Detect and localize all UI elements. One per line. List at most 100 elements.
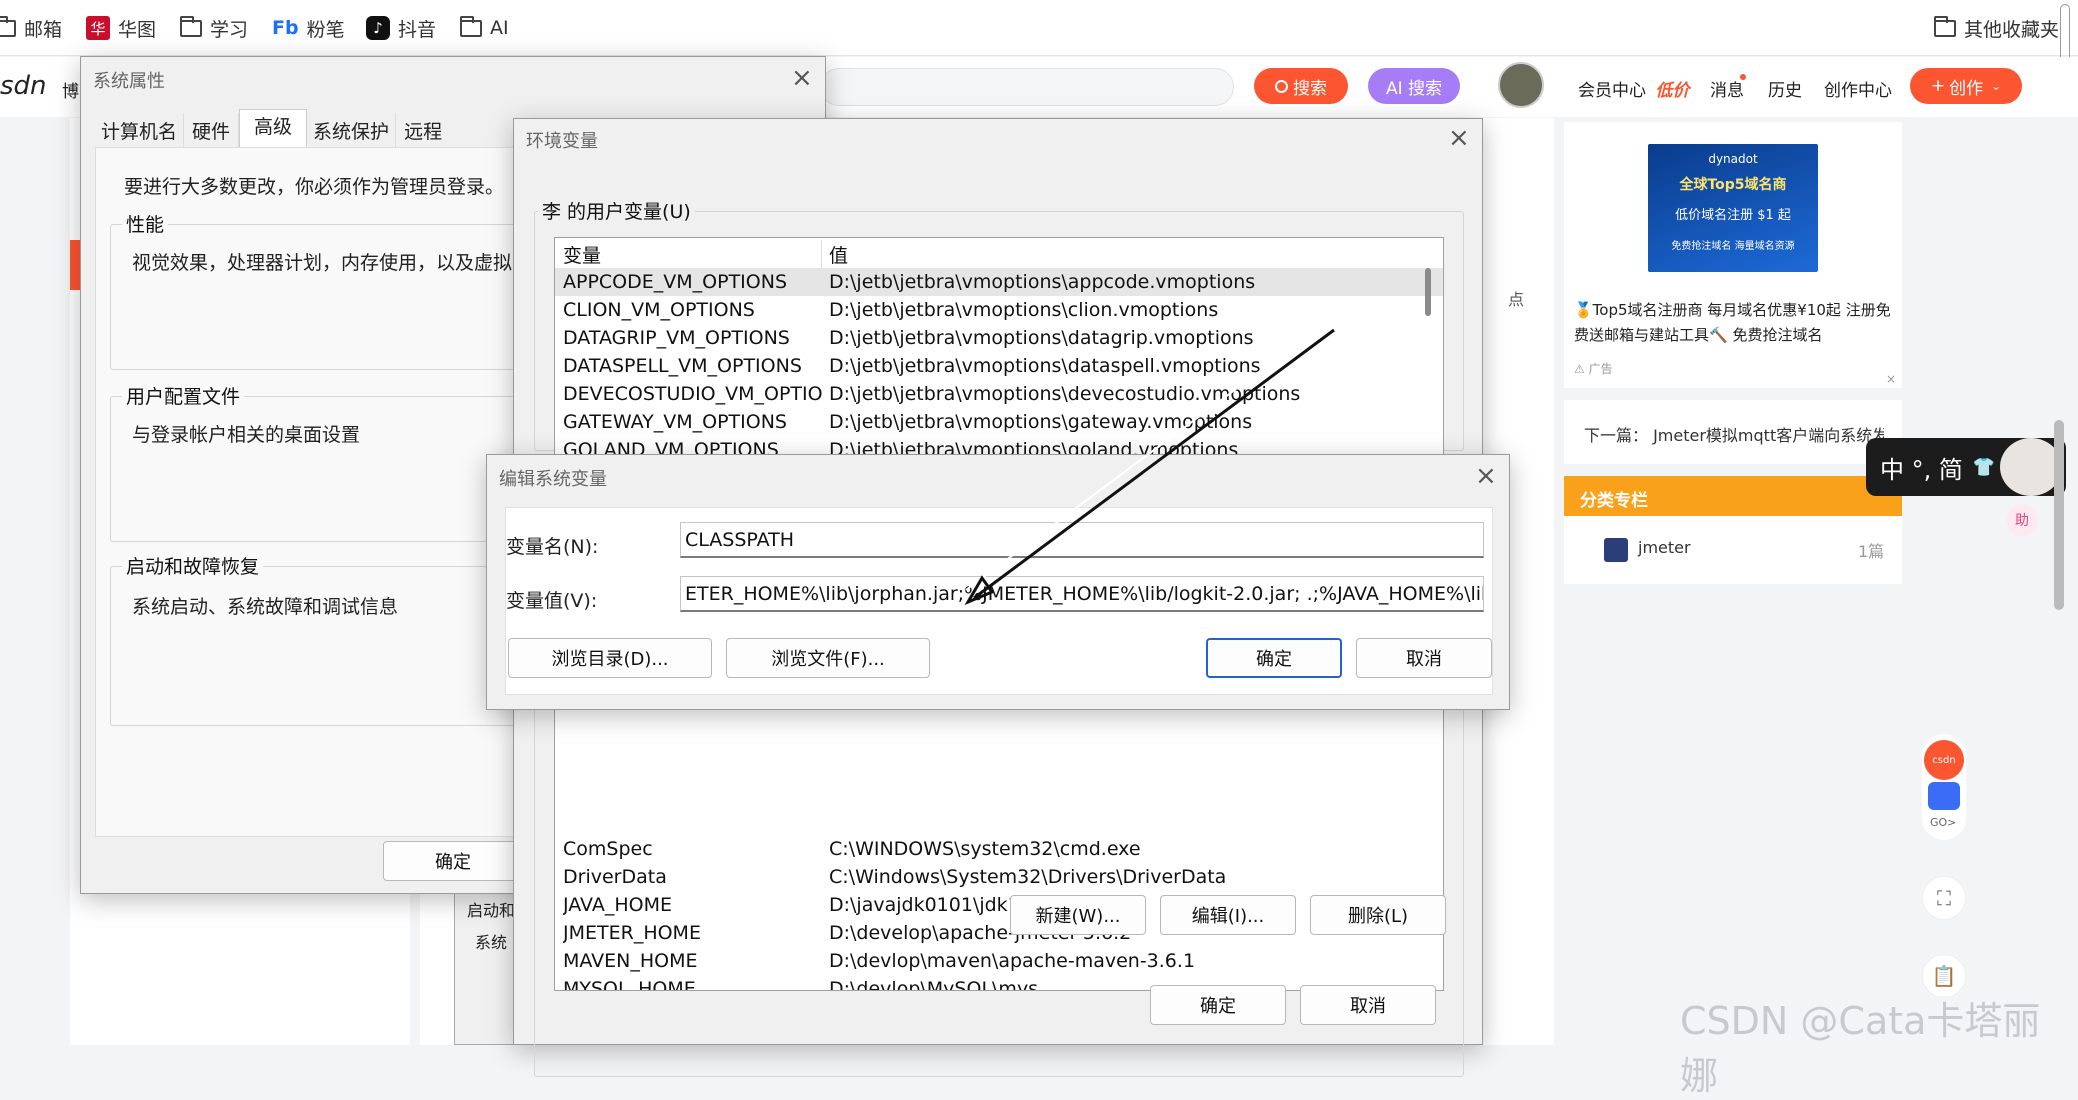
var-name: GATEWAY_VM_OPTIONS [563, 411, 787, 433]
var-name: APPCODE_VM_OPTIONS [563, 271, 788, 293]
search-button[interactable]: 搜索 [1254, 68, 1348, 104]
col-val-header[interactable]: 值 [829, 241, 848, 268]
shirt-icon: 👕 [1972, 456, 1996, 478]
table-row[interactable]: DEVECOSTUDIO_VM_OPTIO... D:\jetb\jetbra\v… [555, 380, 1443, 408]
cancel-button[interactable]: 取消 [1356, 638, 1492, 678]
behind-startup-label: 启动和 [467, 901, 516, 920]
dialog-body: 变量名(N): CLASSPATH 变量值(V): ETER_HOME%\lib… [505, 507, 1493, 695]
close-icon[interactable]: × [1475, 463, 1497, 489]
bookmarks-bar: 邮箱 华 华图 学习 Fb 粉笔 ♪ 抖音 AI 其他收藏夹 [0, 0, 2078, 94]
create-button-label: 创作 [1949, 78, 1984, 99]
csdn-logo[interactable]: sdn [0, 71, 47, 101]
ok-button[interactable]: 确定 [1150, 985, 1286, 1025]
folder-icon [180, 15, 202, 37]
var-name: DATASPELL_VM_OPTIONS [563, 355, 802, 377]
behind-system-label: 系统 [475, 933, 508, 952]
delete-button[interactable]: 删除(L) [1310, 895, 1446, 935]
column-item-count: 1篇 [1858, 542, 1885, 561]
bookmark-douyin[interactable]: ♪ 抖音 [366, 14, 436, 42]
fullscreen-icon[interactable]: ⛶ [1922, 876, 1966, 920]
bookmark-mail[interactable]: 邮箱 [0, 14, 62, 42]
ad-banner[interactable]: dynadot 全球Top5域名商 低价域名注册 $1 起 免费抢注域名 海量域… [1648, 144, 1818, 272]
perf-label: 性能 [122, 210, 169, 237]
table-row[interactable]: GATEWAY_VM_OPTIONS D:\jetb\jetbra\vmoptio… [555, 408, 1443, 436]
bookmark-fenbi[interactable]: Fb 粉笔 [272, 14, 345, 42]
bookmark-label: 邮箱 [24, 18, 63, 41]
ad-tag-icon: ⚠ [1574, 362, 1589, 376]
bookmark-label: AI [490, 17, 509, 39]
browse-file-button[interactable]: 浏览文件(F)... [726, 638, 930, 678]
robot-icon[interactable] [1928, 782, 1960, 810]
dialog-title: 系统属性 [93, 71, 165, 92]
var-value: D:\jetb\jetbra\vmoptions\clion.vmoptions [829, 299, 1219, 321]
edit-button[interactable]: 编辑(I)... [1160, 895, 1296, 935]
ime-indicator[interactable]: 中 °, 简 👕 [1866, 438, 2066, 496]
column-item-jmeter[interactable]: jmeter [1638, 538, 1691, 557]
create-button[interactable]: + 创作 ⌄ [1910, 68, 2022, 104]
jmeter-column-icon [1604, 538, 1628, 562]
history-link[interactable]: 历史 [1768, 76, 1802, 101]
bookmark-other[interactable]: 其他收藏夹 [1934, 14, 2059, 42]
ai-search-button[interactable]: AI 搜索 [1368, 68, 1460, 104]
tab-remote[interactable]: 远程 [396, 113, 450, 147]
table-scrollbar[interactable] [1425, 268, 1431, 316]
bookmark-label: 其他收藏夹 [1964, 18, 2060, 41]
fenbi-logo-icon: Fb [272, 17, 299, 39]
table-row[interactable]: DATASPELL_VM_OPTIONS D:\jetb\jetbra\vmopt… [555, 352, 1443, 380]
next-article-card[interactable]: 下一篇： Jmeter模拟mqtt客户端向系统发 [1564, 400, 1902, 464]
ime-text: 中 °, 简 [1880, 455, 1963, 484]
var-value-input[interactable]: ETER_HOME%\lib\jorphan.jar;%JMETER_HOME%… [680, 576, 1484, 612]
creation-center-link[interactable]: 创作中心 [1824, 76, 1892, 101]
ad-caption[interactable]: 🏅Top5域名注册商 每月域名优惠¥10起 注册免费送邮箱与建站工具🔨 免费抢注… [1574, 298, 1894, 348]
ad-price: 低价域名注册 $1 起 [1675, 208, 1791, 223]
close-icon[interactable]: × [791, 65, 813, 91]
admin-notice: 要进行大多数更改，你必须作为管理员登录。 [124, 176, 505, 198]
bookmark-ai[interactable]: AI [460, 14, 509, 42]
csdn-float-icon[interactable]: csdn [1924, 740, 1964, 780]
close-icon[interactable]: × [1448, 125, 1470, 151]
var-value: D:\jetb\jetbra\vmoptions\appcode.vmoptio… [829, 271, 1256, 293]
ad-top: 全球Top5域名商 [1679, 177, 1787, 193]
user-vars-table[interactable]: 变量 值 APPCODE_VM_OPTIONS D:\jetb\jetbra\vm… [554, 237, 1444, 457]
ok-button[interactable]: 确定 [1206, 638, 1342, 678]
table-row[interactable]: APPCODE_VM_OPTIONS D:\jetb\jetbra\vmoptio… [555, 268, 1443, 296]
bookmark-huatu[interactable]: 华 华图 [86, 14, 156, 42]
bookmark-study[interactable]: 学习 [180, 14, 248, 42]
next-article-link[interactable]: 下一篇： Jmeter模拟mqtt客户端向系统发 [1584, 422, 1884, 446]
right-partial-text: 点 [1508, 290, 1525, 309]
dialog-title: 环境变量 [526, 131, 598, 152]
table-row[interactable]: CLION_VM_OPTIONS D:\jetb\jetbra\vmoptions… [555, 296, 1443, 324]
user-vars-label: 李 的用户变量(U) [538, 197, 695, 224]
ad-card[interactable]: dynadot 全球Top5域名商 低价域名注册 $1 起 免费抢注域名 海量域… [1564, 122, 1902, 388]
go-link[interactable]: GO> [1930, 816, 1956, 829]
helper-icon[interactable]: 助 [2006, 504, 2038, 536]
cancel-button[interactable]: 取消 [1300, 985, 1436, 1025]
var-value-label: 变量值(V): [506, 590, 598, 612]
tab-bar: 计算机名 硬件 高级 系统保护 远程 [95, 109, 537, 147]
col-var-header[interactable]: 变量 [563, 241, 823, 268]
var-name-input[interactable]: CLASSPATH [680, 522, 1484, 558]
table-row[interactable]: DATAGRIP_VM_OPTIONS D:\jetb\jetbra\vmopti… [555, 324, 1443, 352]
browse-directory-button[interactable]: 浏览目录(D)... [508, 638, 712, 678]
avatar[interactable] [1498, 62, 1544, 108]
var-name: DATAGRIP_VM_OPTIONS [563, 327, 790, 349]
var-name-label: 变量名(N): [506, 536, 599, 558]
tab-system-protection[interactable]: 系统保护 [307, 113, 397, 147]
page-scrollbar-thumb[interactable] [2054, 420, 2064, 610]
var-name: CLION_VM_OPTIONS [563, 299, 755, 321]
col-divider [821, 240, 822, 268]
member-center-link[interactable]: 会员中心 低价 [1578, 76, 1689, 101]
tab-advanced[interactable]: 高级 [239, 109, 308, 147]
search-input[interactable] [820, 68, 1234, 106]
var-value: D:\jetb\jetbra\vmoptions\datagrip.vmopti… [829, 327, 1254, 349]
folder-icon [1934, 15, 1956, 37]
messages-link[interactable]: 消息 [1710, 76, 1744, 101]
ok-button[interactable]: 确定 [383, 841, 523, 881]
profile-label: 用户配置文件 [122, 382, 245, 409]
tab-hardware[interactable]: 硬件 [184, 113, 240, 147]
nav-fragment[interactable]: 博 [62, 77, 79, 102]
close-icon[interactable]: × [1886, 372, 1896, 386]
ad-brand: dynadot [1708, 152, 1758, 166]
tab-computer-name[interactable]: 计算机名 [95, 113, 185, 147]
new-button[interactable]: 新建(W)... [1010, 895, 1146, 935]
